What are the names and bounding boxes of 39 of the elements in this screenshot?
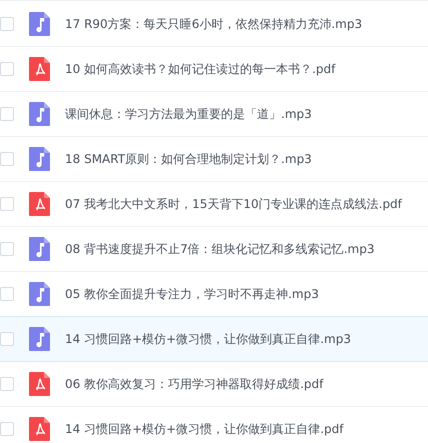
file-row[interactable]: 10 如何高效读书？如何记住读过的每一本书？.pdf xyxy=(0,47,428,92)
file-name: 14 习惯回路+模仿+微习惯，让你做到真正自律.mp3 xyxy=(65,330,351,348)
file-name: 10 如何高效读书？如何记住读过的每一本书？.pdf xyxy=(65,60,336,78)
file-row[interactable]: 08 背书速度提升不止7倍：组块化记忆和多线索记忆.mp3 xyxy=(0,227,428,272)
music-file-icon xyxy=(29,102,50,126)
file-row[interactable]: 14 习惯回路+模仿+微习惯，让你做到真正自律.mp3 xyxy=(0,316,428,362)
file-name: 07 我考北大中文系时，15天背下10门专业课的连点成线法.pdf xyxy=(65,196,402,212)
checkbox[interactable] xyxy=(0,332,14,346)
pdf-file-icon xyxy=(29,417,50,441)
checkbox[interactable] xyxy=(0,377,14,391)
file-name: 18 SMART原则：如何合理地制定计划？.mp3 xyxy=(65,150,312,168)
file-row[interactable]: 14 习惯回路+模仿+微习惯，让你做到真正自律.pdf xyxy=(0,407,428,443)
pdf-file-icon xyxy=(29,192,50,216)
file-name: 17 R90方案：每天只睡6小时，依然保持精力充沛.mp3 xyxy=(65,16,362,32)
file-name: 06 教你高效复习：巧用学习神器取得好成绩.pdf xyxy=(65,376,324,392)
pdf-file-icon xyxy=(29,57,50,81)
file-row[interactable]: 07 我考北大中文系时，15天背下10门专业课的连点成线法.pdf xyxy=(0,182,428,227)
checkbox[interactable] xyxy=(0,17,14,31)
file-row[interactable]: 18 SMART原则：如何合理地制定计划？.mp3 xyxy=(0,137,428,182)
music-file-icon xyxy=(29,237,50,261)
music-file-icon xyxy=(29,327,50,351)
checkbox[interactable] xyxy=(0,152,14,166)
file-name: 14 习惯回路+模仿+微习惯，让你做到真正自律.pdf xyxy=(65,420,344,438)
file-row[interactable]: 17 R90方案：每天只睡6小时，依然保持精力充沛.mp3 xyxy=(0,2,428,47)
checkbox[interactable] xyxy=(0,242,14,256)
checkbox[interactable] xyxy=(0,62,14,76)
music-file-icon xyxy=(29,12,50,36)
pdf-file-icon xyxy=(29,372,50,396)
music-file-icon xyxy=(29,147,50,171)
checkbox[interactable] xyxy=(0,107,14,121)
music-file-icon xyxy=(29,282,50,306)
file-row[interactable]: 06 教你高效复习：巧用学习神器取得好成绩.pdf xyxy=(0,362,428,407)
file-name: 05 教你全面提升专注力，学习时不再走神.mp3 xyxy=(65,286,319,302)
checkbox[interactable] xyxy=(0,287,14,301)
file-name: 课间休息：学习方法最为重要的是「道」.mp3 xyxy=(65,106,312,122)
file-name: 08 背书速度提升不止7倍：组块化记忆和多线索记忆.mp3 xyxy=(65,240,374,258)
checkbox[interactable] xyxy=(0,422,14,436)
file-row[interactable]: 课间休息：学习方法最为重要的是「道」.mp3 xyxy=(0,92,428,137)
checkbox[interactable] xyxy=(0,197,14,211)
